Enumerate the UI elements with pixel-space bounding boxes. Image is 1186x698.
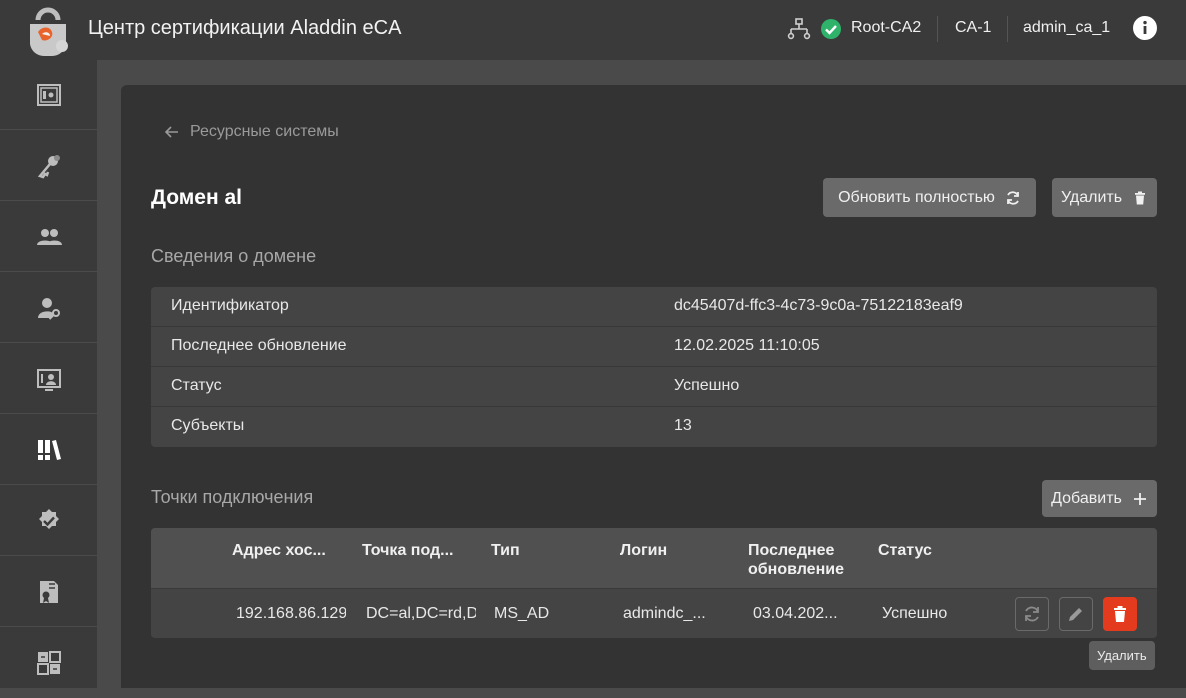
column-header-point[interactable]: Точка под... [362,541,454,560]
column-header-updated[interactable]: Последнее обновление [748,541,858,579]
column-header-address[interactable]: Адрес хос... [232,541,326,560]
sidebar [0,60,97,698]
info-key: Статус [171,377,222,394]
table-row[interactable]: 192.168.86.129 DC=al,DC=rd,DC MS_AD admi… [151,588,1157,638]
cell-status: Успешно [882,605,948,622]
divider [937,16,938,42]
arrow-left-icon [164,126,178,138]
info-value: 13 [674,417,692,434]
certificate-icon [39,580,58,603]
cell-login: admindc_... [623,605,706,622]
info-value: Успешно [674,377,740,394]
info-row: Субъекты 13 [151,407,1157,447]
info-row: Статус Успешно [151,367,1157,407]
domain-info-table: Идентификатор dc45407d-ffc3-4c73-9c0a-75… [151,287,1157,447]
info-row: Идентификатор dc45407d-ffc3-4c73-9c0a-75… [151,287,1157,327]
sidebar-item-certificate[interactable] [0,557,97,627]
status-ok-icon [821,19,841,39]
connections-title: Точки подключения [151,487,314,507]
sidebar-item-users[interactable] [0,202,97,272]
user-card-icon [36,368,61,391]
delete-tooltip: Удалить [1089,641,1155,670]
connections-table: Адрес хос... Точка под... Тип Логин Посл… [151,528,1157,638]
network-icon[interactable] [787,17,811,41]
user-key-icon [37,297,60,320]
info-row: Последнее обновление 12.02.2025 11:10:05 [151,327,1157,367]
root-ca-name[interactable]: Root-CA2 [851,19,921,37]
info-key: Идентификатор [171,297,289,314]
refresh-full-label: Обновить полностью [838,188,995,206]
domain-info-title: Сведения о домене [151,246,317,266]
edit-connection-button[interactable] [1059,597,1093,631]
sidebar-item-user-key[interactable] [0,273,97,343]
refresh-icon [1025,606,1039,622]
users-icon [36,228,62,245]
keys-icon [37,154,60,178]
breadcrumb[interactable]: Ресурсные системы [164,123,339,141]
delete-label: Удалить [1060,188,1123,206]
user-name[interactable]: admin_ca_1 [1023,19,1110,37]
info-icon[interactable] [1133,16,1157,40]
cell-type: MS_AD [494,605,550,622]
delete-domain-button[interactable]: Удалить [1052,178,1157,217]
trash-icon [1114,606,1126,622]
delete-connection-button[interactable] [1103,597,1137,631]
add-connection-button[interactable]: Добавить [1042,480,1157,517]
column-header-login[interactable]: Логин [620,541,667,560]
plus-icon [1133,492,1146,505]
cell-point: DC=al,DC=rd,DC [366,605,476,622]
info-key: Последнее обновление [171,337,347,354]
column-header-type[interactable]: Тип [491,541,520,560]
sidebar-item-badge-check[interactable] [0,486,97,556]
page-title: Домен al [151,186,243,209]
breadcrumb-label: Ресурсные системы [190,123,339,140]
info-value: 12.02.2025 11:10:05 [674,337,820,354]
badge-check-icon [38,508,59,529]
trash-icon [1135,191,1146,204]
column-header-status[interactable]: Статус [878,541,932,560]
add-label: Добавить [1051,489,1122,507]
aladdin-logo-icon[interactable] [22,2,74,58]
table-header: Адрес хос... Точка под... Тип Логин Посл… [151,528,1157,588]
safe-icon [36,83,61,106]
ca-name[interactable]: CA-1 [955,19,991,37]
cell-address: 192.168.86.129 [236,605,346,622]
app-title: Центр сертификации Aladdin eCA [88,17,402,39]
refresh-connection-button[interactable] [1015,597,1049,631]
pencil-icon [1069,606,1084,621]
info-value: dc45407d-ffc3-4c73-9c0a-75122183eaf9 [674,297,963,314]
sidebar-item-keys[interactable] [0,131,97,201]
info-key: Субъекты [171,417,245,434]
sidebar-item-safe[interactable] [0,60,97,130]
grid-icon [36,650,61,675]
library-icon [37,439,61,460]
divider [1007,16,1008,42]
refresh-full-button[interactable]: Обновить полностью [823,178,1036,217]
top-bar: Центр сертификации Aladdin eCA Root-CA2 … [0,0,1186,60]
sidebar-item-user-card[interactable] [0,344,97,414]
cell-updated: 03.04.202... [753,605,838,622]
refresh-icon [1007,190,1019,205]
sidebar-item-library[interactable] [0,415,97,485]
